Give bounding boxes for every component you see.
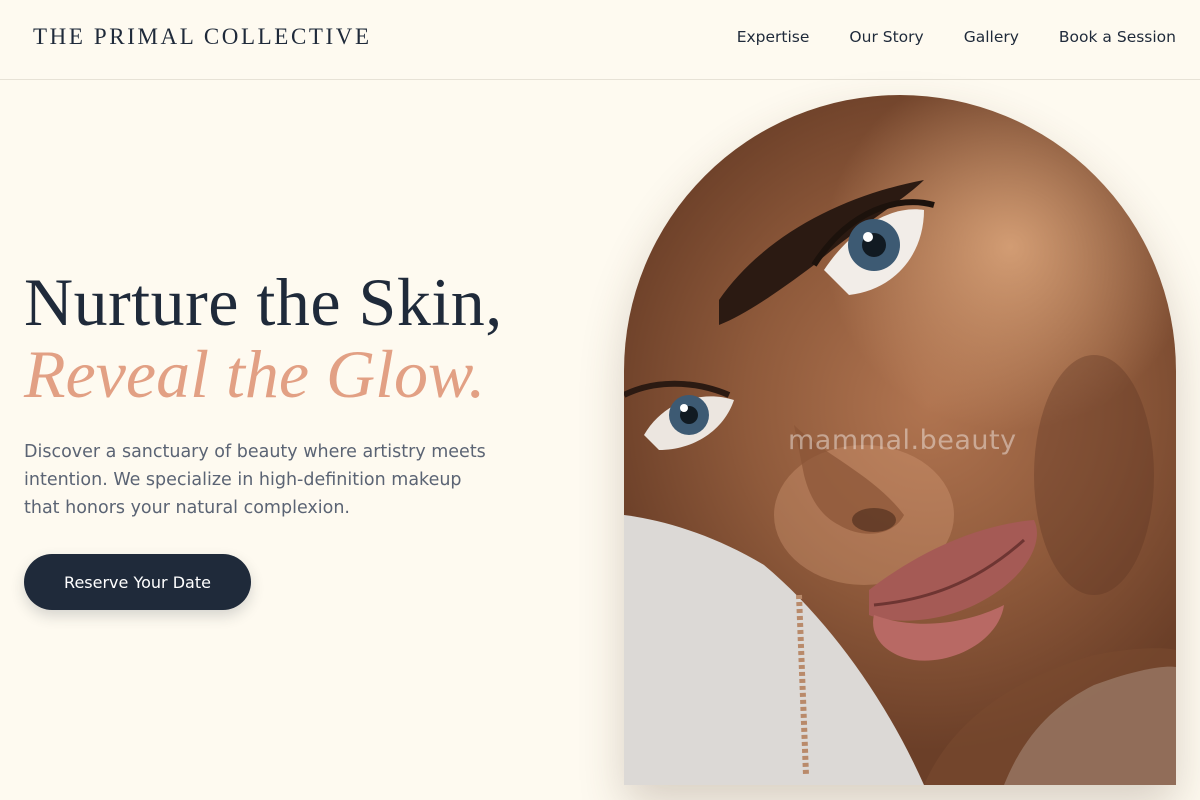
nav-link-gallery[interactable]: Gallery: [964, 28, 1019, 46]
nav-link-our-story[interactable]: Our Story: [849, 28, 923, 46]
headline-line-2: Reveal the Glow.: [24, 336, 486, 412]
reserve-date-button[interactable]: Reserve Your Date: [24, 554, 251, 610]
nav-link-book-a-session[interactable]: Book a Session: [1059, 28, 1176, 46]
site-header: THE PRIMAL COLLECTIVE Expertise Our Stor…: [0, 0, 1200, 80]
main-nav: Expertise Our Story Gallery Book a Sessi…: [737, 28, 1176, 46]
watermark-text: mammal.beauty: [788, 425, 1017, 456]
hero-headline: Nurture the Skin, Reveal the Glow.: [24, 268, 503, 408]
nav-link-expertise[interactable]: Expertise: [737, 28, 810, 46]
brand-logo[interactable]: THE PRIMAL COLLECTIVE: [33, 24, 372, 50]
hero-intro-text: Discover a sanctuary of beauty where art…: [24, 442, 486, 518]
headline-line-1: Nurture the Skin,: [24, 264, 503, 340]
hero-portrait-image: mammal.beauty: [624, 95, 1176, 785]
